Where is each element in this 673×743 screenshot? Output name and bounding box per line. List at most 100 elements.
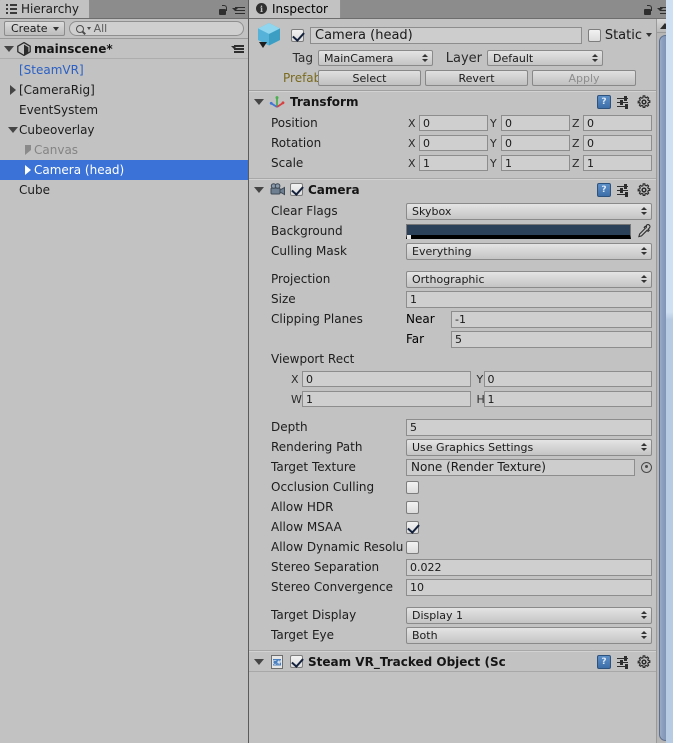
hierarchy-item-cubeoverlay[interactable]: Cubeoverlay: [0, 120, 248, 140]
layer-dropdown[interactable]: Default: [487, 50, 603, 66]
checkbox-allow-msaa[interactable]: [406, 520, 419, 534]
component-header[interactable]: Camera?: [249, 179, 656, 199]
hierarchy-item-cube[interactable]: Cube: [0, 180, 248, 200]
dropdown-clear-flags-arrows-icon: [641, 206, 648, 216]
component-expander-icon[interactable]: [254, 186, 264, 193]
scene-row[interactable]: mainscene*: [0, 39, 248, 59]
prefab-revert-button[interactable]: Revert: [425, 70, 528, 86]
checkbox-occlusion-culling[interactable]: [406, 480, 419, 494]
expander-closed-icon[interactable]: [24, 165, 31, 175]
preset-sliders-icon[interactable]: [617, 95, 631, 109]
axis-label-y: Y: [490, 116, 497, 130]
background-color-swatch[interactable]: [406, 223, 631, 239]
input-depth[interactable]: 5: [406, 418, 652, 436]
clipping-far-field[interactable]: 5: [451, 330, 652, 348]
prefab-select-button[interactable]: Select: [318, 70, 421, 86]
scene-expander-icon[interactable]: [4, 45, 14, 52]
field-label: Depth: [271, 420, 308, 434]
field-label: Size: [271, 292, 296, 306]
search-icon: [75, 24, 84, 33]
gear-icon[interactable]: [637, 183, 651, 197]
vector3-field-z[interactable]: 1: [583, 155, 652, 171]
inspector-menu-icon[interactable]: [657, 6, 670, 16]
vector3-field-x[interactable]: 0: [419, 135, 488, 151]
checkbox-allow-dynamic-resolu[interactable]: [406, 540, 419, 554]
gameobject-name-field[interactable]: Camera (head): [310, 26, 582, 44]
inspector-lock-icon[interactable]: [643, 5, 652, 16]
hierarchy-item-eventsystem[interactable]: EventSystem: [0, 100, 248, 120]
component-enabled-checkbox[interactable]: [290, 183, 303, 196]
input-size[interactable]: 1: [406, 290, 652, 308]
vector3-field-x[interactable]: 1: [419, 155, 488, 171]
vector3-field-y[interactable]: 0: [501, 135, 570, 151]
expander-open-icon[interactable]: [7, 127, 18, 133]
vec2-field-x[interactable]: 0: [302, 371, 471, 387]
gear-icon[interactable]: [637, 95, 651, 109]
dropdown-target-display[interactable]: Display 1: [406, 606, 652, 624]
chevron-down-icon: [52, 26, 59, 31]
preset-sliders-icon[interactable]: [617, 655, 631, 669]
expander-closed-icon[interactable]: [24, 145, 31, 155]
component-header[interactable]: Transform?: [249, 91, 656, 111]
gear-icon[interactable]: [637, 655, 651, 669]
component-enabled-checkbox[interactable]: [290, 655, 303, 668]
hierarchy-item-camerarig[interactable]: [CameraRig]: [0, 80, 248, 100]
eyedropper-icon[interactable]: [636, 223, 652, 239]
clipping-near-field[interactable]: -1: [451, 310, 652, 328]
field-row: Stereo Convergence 10: [254, 577, 652, 597]
field-row: Clipping Planes Near -1: [254, 309, 652, 329]
help-book-icon[interactable]: ?: [597, 95, 611, 109]
inspector-scrollbar[interactable]: [656, 19, 673, 743]
preset-sliders-icon[interactable]: [617, 183, 631, 197]
dropdown-rendering-path[interactable]: Use Graphics Settings: [406, 438, 652, 456]
dropdown-target-eye[interactable]: Both: [406, 626, 652, 644]
component-tools: ?: [597, 183, 651, 197]
component-expander-icon[interactable]: [254, 658, 264, 665]
expander-slot[interactable]: [6, 85, 19, 95]
scene-menu-icon[interactable]: [231, 44, 244, 54]
input-stereo-separation[interactable]: 0.022: [406, 558, 652, 576]
prefab-cube-icon[interactable]: [255, 21, 285, 51]
create-button[interactable]: Create: [4, 21, 65, 36]
expander-slot[interactable]: [21, 145, 34, 155]
vec2-field-y[interactable]: 0: [483, 371, 652, 387]
object-field-target-texture[interactable]: None (Render Texture): [406, 458, 635, 476]
vector3-field-y[interactable]: 0: [501, 115, 570, 131]
tag-dropdown[interactable]: MainCamera: [318, 50, 433, 66]
field-label: Allow MSAA: [271, 520, 342, 534]
hierarchy-item-canvas[interactable]: Canvas: [0, 140, 248, 160]
search-filter-chevron-icon[interactable]: [86, 27, 91, 30]
checkbox-allow-hdr[interactable]: [406, 500, 419, 514]
lock-icon[interactable]: [218, 5, 227, 16]
vector3-field-x[interactable]: 0: [419, 115, 488, 131]
hierarchy-item-steamvr[interactable]: [SteamVR]: [0, 60, 248, 80]
component-header[interactable]: C# Steam VR_Tracked Object (Sc?: [249, 651, 656, 671]
inspector-tabbar-controls: [643, 5, 670, 16]
expander-slot[interactable]: [21, 165, 34, 175]
static-dropdown-chevron-icon[interactable]: [646, 33, 652, 37]
vector3-field-z[interactable]: 0: [583, 115, 652, 131]
search-input[interactable]: All: [68, 21, 244, 36]
vec2-field-w[interactable]: 1: [302, 391, 471, 407]
expander-slot[interactable]: [6, 127, 19, 133]
expander-closed-icon[interactable]: [9, 85, 16, 95]
gameobject-enabled-checkbox[interactable]: [291, 28, 304, 42]
vector3-field-z[interactable]: 0: [583, 135, 652, 151]
component-expander-icon[interactable]: [254, 98, 264, 105]
input-stereo-convergence[interactable]: 10: [406, 578, 652, 596]
tab-hierarchy[interactable]: Hierarchy: [0, 0, 91, 18]
dropdown-culling-mask[interactable]: Everything: [406, 242, 652, 260]
dropdown-projection[interactable]: Orthographic: [406, 270, 652, 288]
scroll-up-arrow-icon[interactable]: [657, 19, 673, 33]
vec2-field-h[interactable]: 1: [483, 391, 652, 407]
hierarchy-item-camera-head[interactable]: Camera (head): [0, 160, 248, 180]
vector3-field-y[interactable]: 1: [501, 155, 570, 171]
dropdown-clear-flags[interactable]: Skybox: [406, 202, 652, 220]
static-checkbox[interactable]: [587, 28, 601, 42]
help-book-icon[interactable]: ?: [597, 655, 611, 669]
vertical-scroll-thumb[interactable]: [659, 35, 672, 741]
object-picker-icon[interactable]: [641, 461, 652, 473]
panel-menu-icon[interactable]: [232, 6, 245, 16]
help-book-icon[interactable]: ?: [597, 183, 611, 197]
tab-inspector[interactable]: i Inspector: [249, 0, 341, 18]
